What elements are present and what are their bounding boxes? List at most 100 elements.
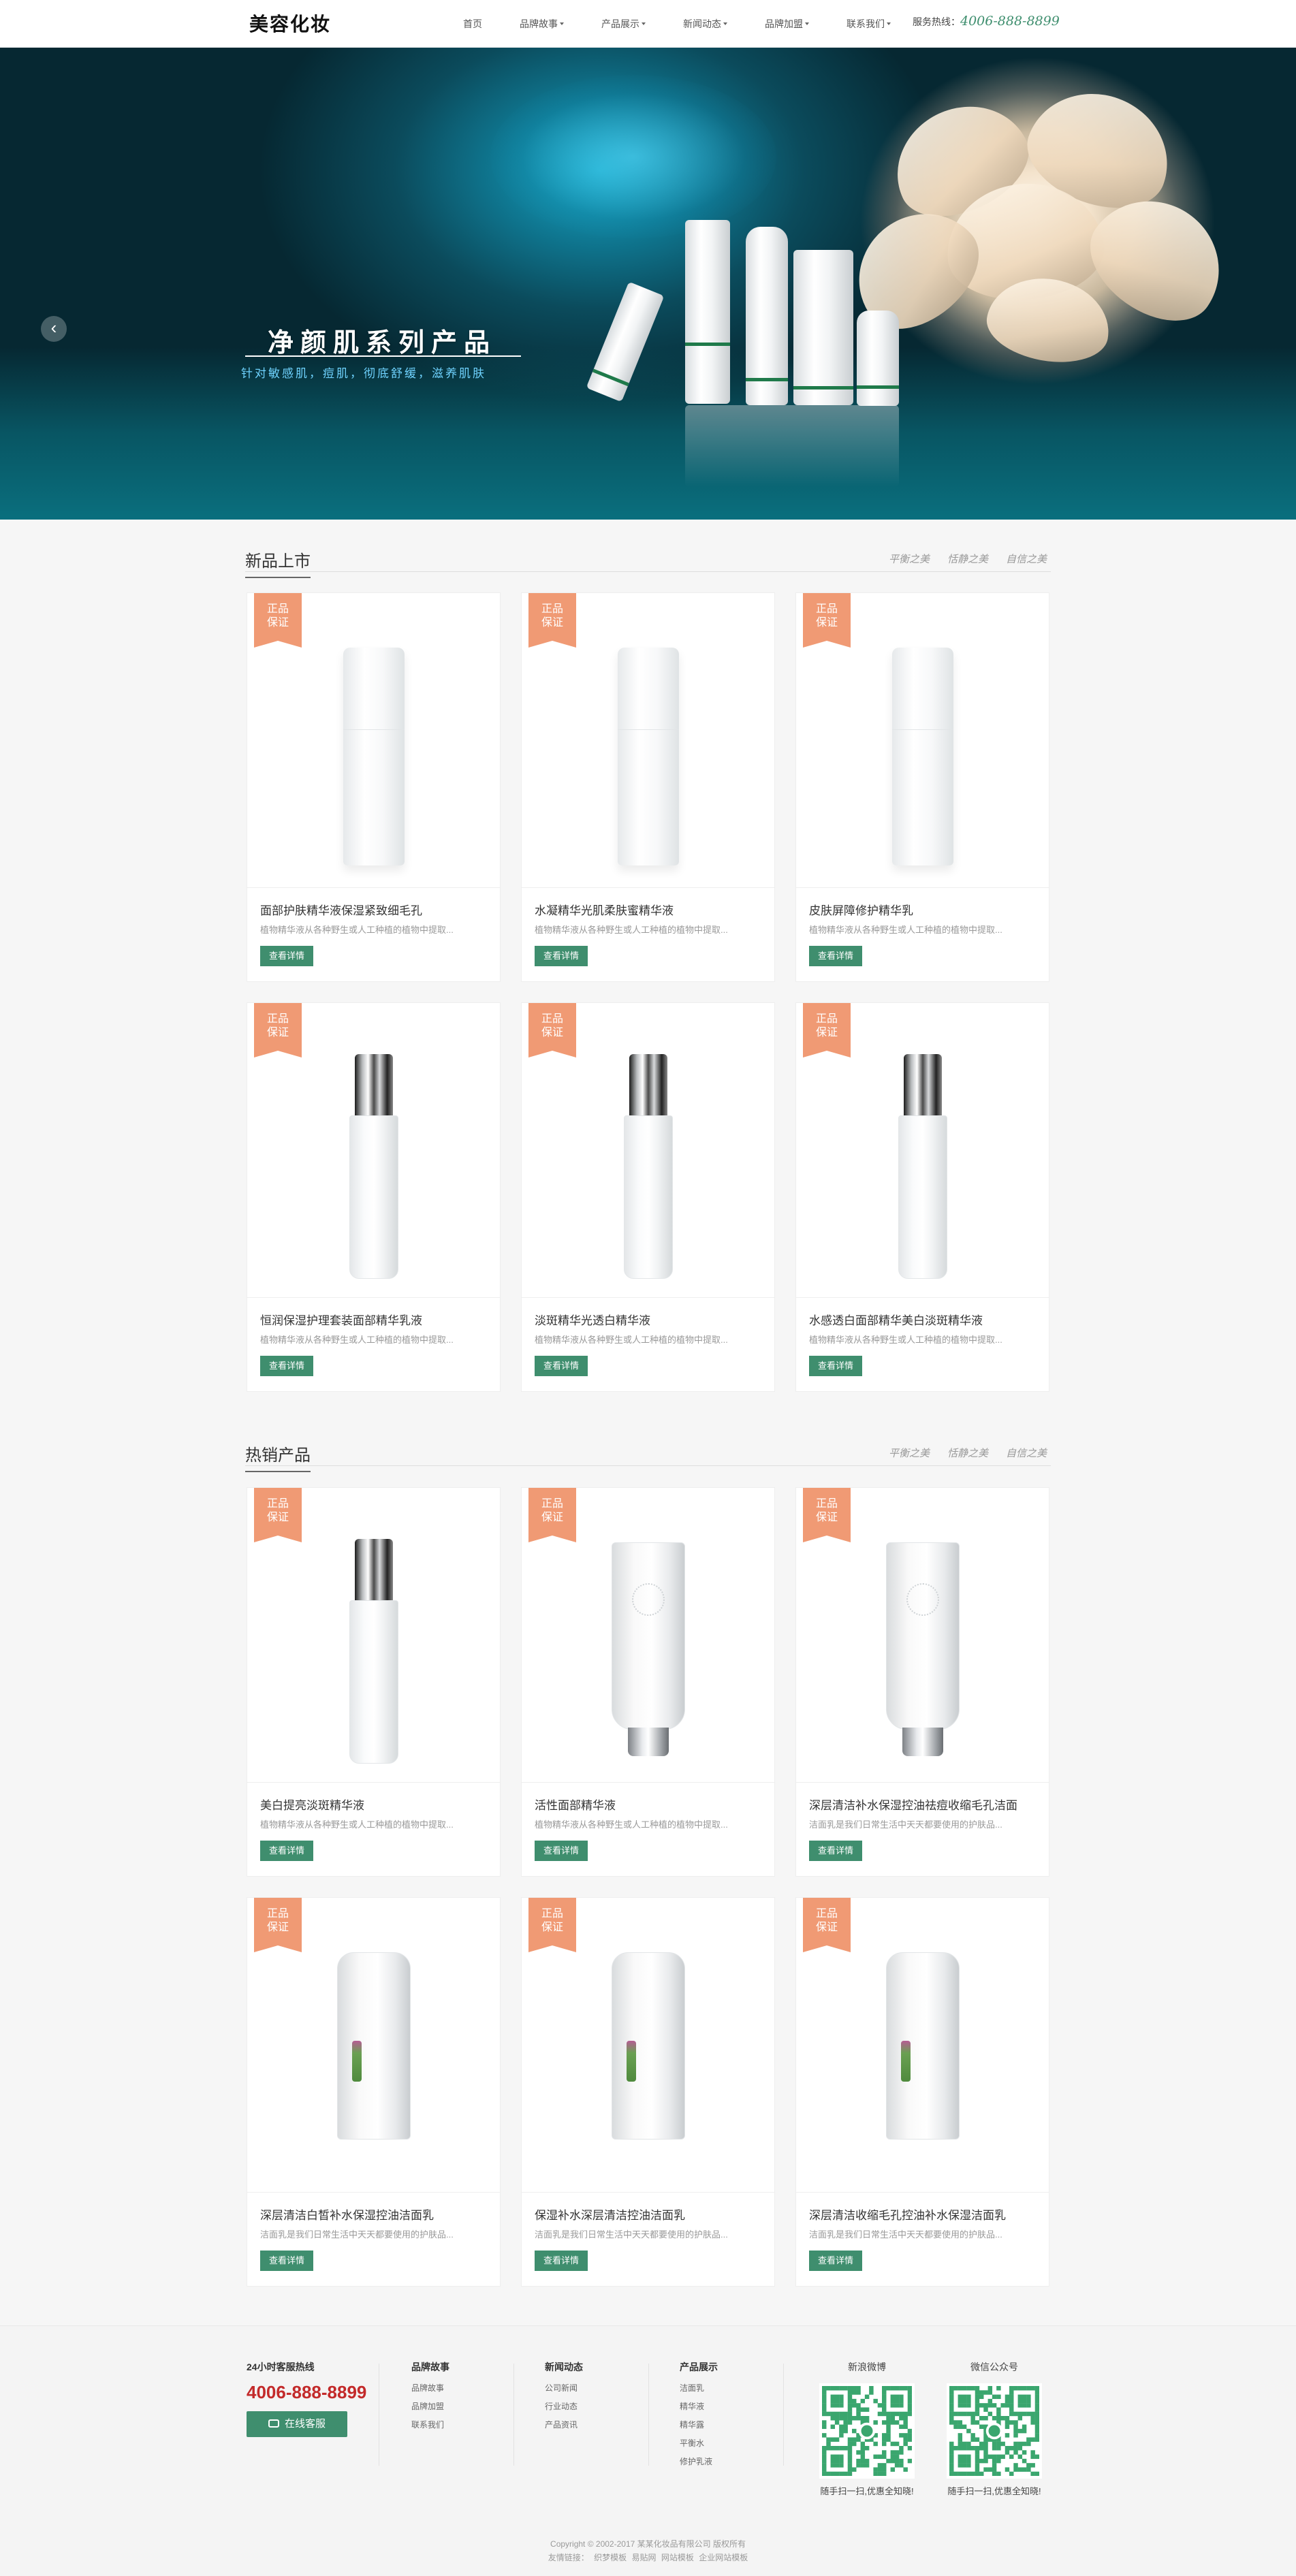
banner-divider	[245, 355, 521, 357]
product-card[interactable]: 正品 保证 活性面部精华液 植物精华液从各种野生或人工种植的植物中提取... 查看详情	[521, 1487, 775, 1877]
view-details-button[interactable]: 查看详情	[535, 946, 588, 966]
product-title[interactable]: 美白提亮淡斑精华液	[260, 1796, 364, 1813]
section-title: 新品上市	[245, 547, 311, 578]
product-image[interactable]: 正品 保证	[247, 1003, 500, 1298]
nav-item-label: 联系我们	[847, 18, 885, 29]
nav-item[interactable]: 联系我们	[847, 17, 891, 31]
chat-icon	[268, 2419, 279, 2428]
footer-link[interactable]: 洁面乳	[680, 2382, 718, 2394]
view-details-button[interactable]: 查看详情	[535, 1356, 588, 1376]
product-image[interactable]: 正品 保证	[522, 1898, 774, 2193]
qr-title: 微信公众号	[970, 2362, 1018, 2372]
section-tag[interactable]: 自信之美	[1006, 1446, 1047, 1460]
view-details-button[interactable]: 查看详情	[260, 1356, 313, 1376]
product-image[interactable]: 正品 保证	[522, 593, 774, 888]
section-tag[interactable]: 平衡之美	[889, 1446, 930, 1460]
footer-link[interactable]: 品牌加盟	[411, 2400, 449, 2412]
section-tag[interactable]: 恬静之美	[947, 1446, 988, 1460]
qr-wechat: 微信公众号 随手扫一扫,优惠全知晓!	[943, 2360, 1045, 2497]
chevron-left-icon[interactable]: ‹	[41, 316, 67, 342]
online-service-label: 在线客服	[284, 2418, 326, 2430]
product-title[interactable]: 深层清洁补水保湿控油祛痘收缩毛孔洁面	[809, 1796, 1017, 1813]
nav-item[interactable]: 首页	[463, 17, 482, 31]
product-card[interactable]: 正品 保证 深层清洁白皙补水保湿控油洁面乳 洁面乳是我们日常生活中天天都要使用的护肤品…	[247, 1897, 501, 2287]
footer-link[interactable]: 品牌故事	[411, 2382, 449, 2394]
footer-link[interactable]: 产品资讯	[545, 2419, 583, 2430]
friend-link[interactable]: 织梦模板	[594, 2553, 627, 2562]
product-title[interactable]: 皮肤屏障修护精华乳	[809, 901, 913, 918]
view-details-button[interactable]: 查看详情	[260, 1841, 313, 1861]
nav-item[interactable]: 品牌故事	[520, 17, 564, 31]
product-title[interactable]: 恒润保湿护理套装面部精华乳液	[260, 1311, 422, 1328]
footer-link[interactable]: 平衡水	[680, 2437, 718, 2449]
view-details-button[interactable]: 查看详情	[809, 946, 862, 966]
footer-link[interactable]: 公司新闻	[545, 2382, 583, 2394]
section-tag[interactable]: 恬静之美	[947, 552, 988, 566]
product-title[interactable]: 水凝精华光肌柔肤蜜精华液	[535, 901, 674, 918]
friend-link[interactable]: 网站模板	[661, 2553, 694, 2562]
nav-item[interactable]: 品牌加盟	[765, 17, 809, 31]
tube-image	[612, 1542, 685, 1760]
product-image[interactable]: 正品 保证	[522, 1003, 774, 1298]
hero-banner[interactable]: ‹ 净颜肌系列产品 针对敏感肌，痘肌，彻底舒缓，滋养肌肤	[0, 48, 1296, 520]
product-image[interactable]: 正品 保证	[796, 593, 1049, 888]
friend-link[interactable]: 企业网站模板	[699, 2553, 748, 2562]
view-details-button[interactable]: 查看详情	[535, 2251, 588, 2271]
product-image[interactable]: 正品 保证	[796, 1488, 1049, 1783]
friend-link[interactable]: 易贴网	[631, 2553, 656, 2562]
product-image[interactable]: 正品 保证	[247, 593, 500, 888]
product-title[interactable]: 保湿补水深层清洁控油洁面乳	[535, 2206, 685, 2223]
product-title[interactable]: 水感透白面部精华美白淡斑精华液	[809, 1311, 983, 1328]
product-title[interactable]: 淡斑精华光透白精华液	[535, 1311, 650, 1328]
footer-link[interactable]: 修护乳液	[680, 2455, 718, 2467]
badge-line: 保证	[541, 1512, 563, 1523]
product-title[interactable]: 深层清洁收缩毛孔控油补水保湿洁面乳	[809, 2206, 1006, 2223]
section-tag[interactable]: 自信之美	[1006, 552, 1047, 566]
view-details-button[interactable]: 查看详情	[809, 1356, 862, 1376]
badge-line: 保证	[541, 1922, 563, 1933]
view-details-button[interactable]: 查看详情	[535, 1841, 588, 1861]
bottle-image	[343, 648, 405, 865]
product-image[interactable]: 正品 保证	[247, 1488, 500, 1783]
view-details-button[interactable]: 查看详情	[809, 2251, 862, 2271]
view-details-button[interactable]: 查看详情	[260, 2251, 313, 2271]
footer-link[interactable]: 精华液	[680, 2400, 718, 2412]
product-card[interactable]: 正品 保证 淡斑精华光透白精华液 植物精华液从各种野生或人工种植的植物中提取... 查看…	[521, 1002, 775, 1392]
site-logo[interactable]: 美容化妆	[249, 10, 331, 37]
view-details-button[interactable]: 查看详情	[260, 946, 313, 966]
product-card[interactable]: 正品 保证 深层清洁收缩毛孔控油补水保湿洁面乳 洁面乳是我们日常生活中天天都要使用的护…	[795, 1897, 1049, 2287]
product-image[interactable]: 正品 保证	[247, 1898, 500, 2193]
product-image[interactable]: 正品 保证	[796, 1003, 1049, 1298]
footer-link[interactable]: 行业动态	[545, 2400, 583, 2412]
product-card[interactable]: 正品 保证 水感透白面部精华美白淡斑精华液 植物精华液从各种野生或人工种植的植物中提取…	[795, 1002, 1049, 1392]
product-card[interactable]: 正品 保证美白提亮淡斑精华液植物精华液从各种野生或人工种植的植物中提取... 查看详…	[247, 1487, 501, 1877]
product-card[interactable]: 正品 保证 面部护肤精华液保湿紧致细毛孔 植物精华液从各种野生或人工种植的植物中提取.…	[247, 592, 501, 982]
product-title[interactable]: 深层清洁白皙补水保湿控油洁面乳	[260, 2206, 434, 2223]
product-title[interactable]: 活性面部精华液	[535, 1796, 616, 1813]
bottle-image	[892, 648, 953, 865]
view-details-button[interactable]: 查看详情	[809, 1841, 862, 1861]
footer-link[interactable]: 联系我们	[411, 2419, 449, 2430]
product-description: 植物精华液从各种野生或人工种植的植物中提取...	[260, 1819, 454, 1830]
authentic-badge: 正品 保证	[528, 1488, 576, 1542]
product-description: 洁面乳是我们日常生活中天天都要使用的护肤品...	[535, 2229, 728, 2240]
nav-item[interactable]: 新闻动态	[683, 17, 727, 31]
banner-bottle-5	[857, 311, 899, 406]
product-card[interactable]: 正品 保证 水凝精华光肌柔肤蜜精华液 植物精华液从各种野生或人工种植的植物中提取...…	[521, 592, 775, 982]
product-image[interactable]: 正品 保证	[796, 1898, 1049, 2193]
badge-line: 保证	[266, 1027, 289, 1038]
product-image[interactable]: 正品 保证	[522, 1488, 774, 1783]
badge-line: 正品	[815, 1908, 838, 1920]
badge-line: 正品	[266, 1908, 289, 1920]
online-service-button[interactable]: 在线客服	[247, 2411, 347, 2437]
qr-weibo: 新浪微博 随手扫一扫,优惠全知晓!	[816, 2360, 918, 2497]
nav-item[interactable]: 产品展示	[601, 17, 646, 31]
product-card[interactable]: 正品 保证 恒润保湿护理套装面部精华乳液 植物精华液从各种野生或人工种植的植物中提取.…	[247, 1002, 501, 1392]
section-header-new: 新品上市 平衡之美 恬静之美 自信之美	[245, 545, 1051, 578]
section-tag[interactable]: 平衡之美	[889, 552, 930, 566]
product-card[interactable]: 正品 保证 深层清洁补水保湿控油祛痘收缩毛孔洁面 洁面乳是我们日常生活中天天都要使用的…	[795, 1487, 1049, 1877]
product-title[interactable]: 面部护肤精华液保湿紧致细毛孔	[260, 901, 422, 918]
product-card[interactable]: 正品 保证保湿补水深层清洁控油洁面乳洁面乳是我们日常生活中天天都要使用的护肤品..…	[521, 1897, 775, 2287]
footer-link[interactable]: 精华露	[680, 2419, 718, 2430]
product-card[interactable]: 正品 保证 皮肤屏障修护精华乳 植物精华液从各种野生或人工种植的植物中提取... 查看详…	[795, 592, 1049, 982]
